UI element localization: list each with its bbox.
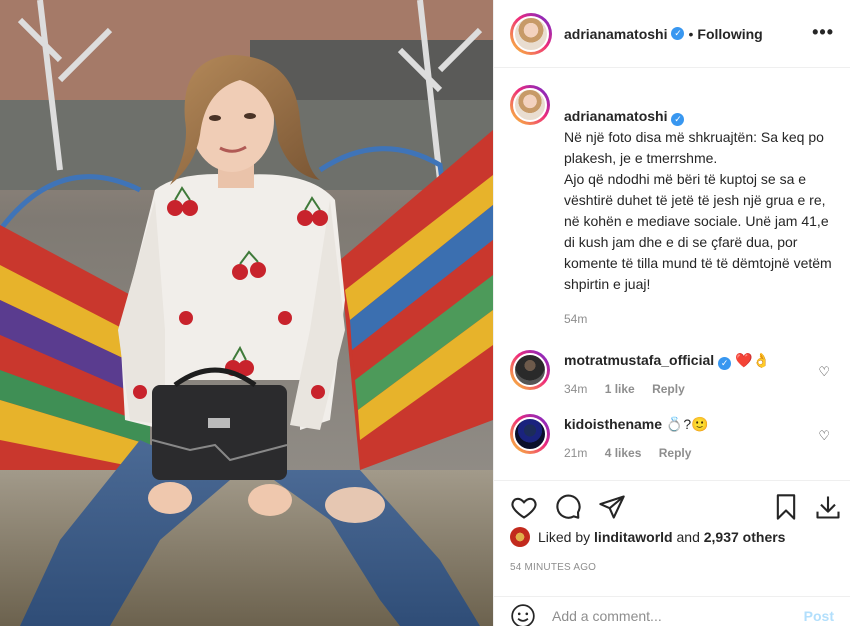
- comment-time[interactable]: 21m: [564, 446, 587, 460]
- comment-body: motratmustafa_official ✓ ❤️👌 34m 1 like R…: [564, 350, 834, 400]
- verified-badge-icon: ✓: [671, 113, 685, 126]
- post-header: adrianamatoshi ✓ • Following •••: [494, 0, 850, 68]
- comment-text: 💍?🙂: [665, 416, 709, 432]
- bookmark-icon[interactable]: [772, 493, 800, 521]
- comment-likes[interactable]: 4 likes: [605, 446, 642, 460]
- photo-illustration: [0, 0, 493, 626]
- comment-like-heart-icon[interactable]: ♡: [818, 364, 830, 380]
- likes-summary: Liked by linditaworld and 2,937 others: [510, 527, 834, 547]
- verified-badge-icon: ✓: [671, 27, 685, 40]
- following-button[interactable]: Following: [697, 26, 762, 42]
- emoji-icon[interactable]: [510, 603, 536, 626]
- comment-meta: 34m 1 like Reply: [564, 379, 834, 400]
- comment-input[interactable]: [552, 607, 804, 624]
- instagram-post-view: adrianamatoshi ✓ • Following ••• adriana…: [0, 0, 850, 626]
- caption-text-wrap: adrianamatoshi ✓ Në një foto disa më shkr…: [564, 85, 834, 295]
- reply-button[interactable]: Reply: [652, 382, 685, 396]
- comment-body: kidoisthename 💍?🙂 21m 4 likes Reply: [564, 414, 834, 464]
- avatar: [513, 353, 547, 387]
- post-comment-button[interactable]: Post: [804, 608, 834, 624]
- heart-icon[interactable]: [510, 493, 538, 521]
- caption-meta: 54m: [564, 309, 834, 330]
- verified-badge-icon: ✓: [718, 357, 732, 370]
- comment-username[interactable]: motratmustafa_official: [564, 352, 714, 368]
- separator-dot: •: [688, 25, 694, 42]
- author-username[interactable]: adrianamatoshi: [564, 26, 667, 42]
- comment-icon[interactable]: [554, 493, 582, 521]
- action-bar: [494, 480, 850, 532]
- avatar: [513, 15, 549, 52]
- caption-row: adrianamatoshi ✓ Në një foto disa më shkr…: [510, 85, 834, 330]
- likes-count[interactable]: 2,937 others: [704, 529, 786, 545]
- post-side-panel: adrianamatoshi ✓ • Following ••• adriana…: [493, 0, 850, 626]
- share-icon[interactable]: [598, 493, 626, 521]
- author-avatar-ring[interactable]: [510, 12, 552, 55]
- comment-meta: 21m 4 likes Reply: [564, 443, 834, 464]
- post-photo[interactable]: [0, 0, 493, 626]
- comment-text: ❤️👌: [735, 352, 770, 368]
- reply-button[interactable]: Reply: [659, 446, 692, 460]
- liked-by-user[interactable]: linditaworld: [594, 529, 673, 545]
- more-options-icon[interactable]: •••: [812, 23, 834, 41]
- download-icon[interactable]: [814, 493, 842, 521]
- comment-username[interactable]: kidoisthename: [564, 416, 662, 432]
- comment-like-heart-icon[interactable]: ♡: [818, 428, 830, 444]
- comment-line: kidoisthename 💍?🙂: [564, 414, 834, 435]
- liked-by-and: and: [676, 529, 700, 545]
- commenter-avatar-ring[interactable]: [510, 350, 550, 390]
- comment-likes[interactable]: 1 like: [605, 382, 635, 396]
- liker-avatar[interactable]: [510, 527, 530, 547]
- caption-body: adrianamatoshi ✓ Në një foto disa më shkr…: [564, 85, 834, 330]
- comment-row: kidoisthename 💍?🙂 21m 4 likes Reply ♡: [510, 414, 834, 464]
- avatar: [513, 417, 547, 451]
- caption-username[interactable]: adrianamatoshi: [564, 108, 667, 124]
- liked-by-prefix: Liked by: [538, 529, 591, 545]
- caption-time[interactable]: 54m: [564, 312, 587, 326]
- post-timestamp[interactable]: 54 MINUTES AGO: [510, 562, 596, 573]
- commenter-avatar-ring[interactable]: [510, 414, 550, 454]
- caption-text: Në një foto disa më shkruajtën: Sa keq p…: [564, 129, 832, 292]
- comments-list: adrianamatoshi ✓ Në një foto disa më shkr…: [494, 69, 850, 479]
- avatar: [513, 88, 547, 122]
- add-comment-bar: Post: [494, 596, 850, 626]
- comment-line: motratmustafa_official ✓ ❤️👌: [564, 350, 834, 371]
- caption-avatar-ring[interactable]: [510, 85, 550, 125]
- comment-row: motratmustafa_official ✓ ❤️👌 34m 1 like R…: [510, 350, 834, 400]
- comment-time[interactable]: 34m: [564, 382, 587, 396]
